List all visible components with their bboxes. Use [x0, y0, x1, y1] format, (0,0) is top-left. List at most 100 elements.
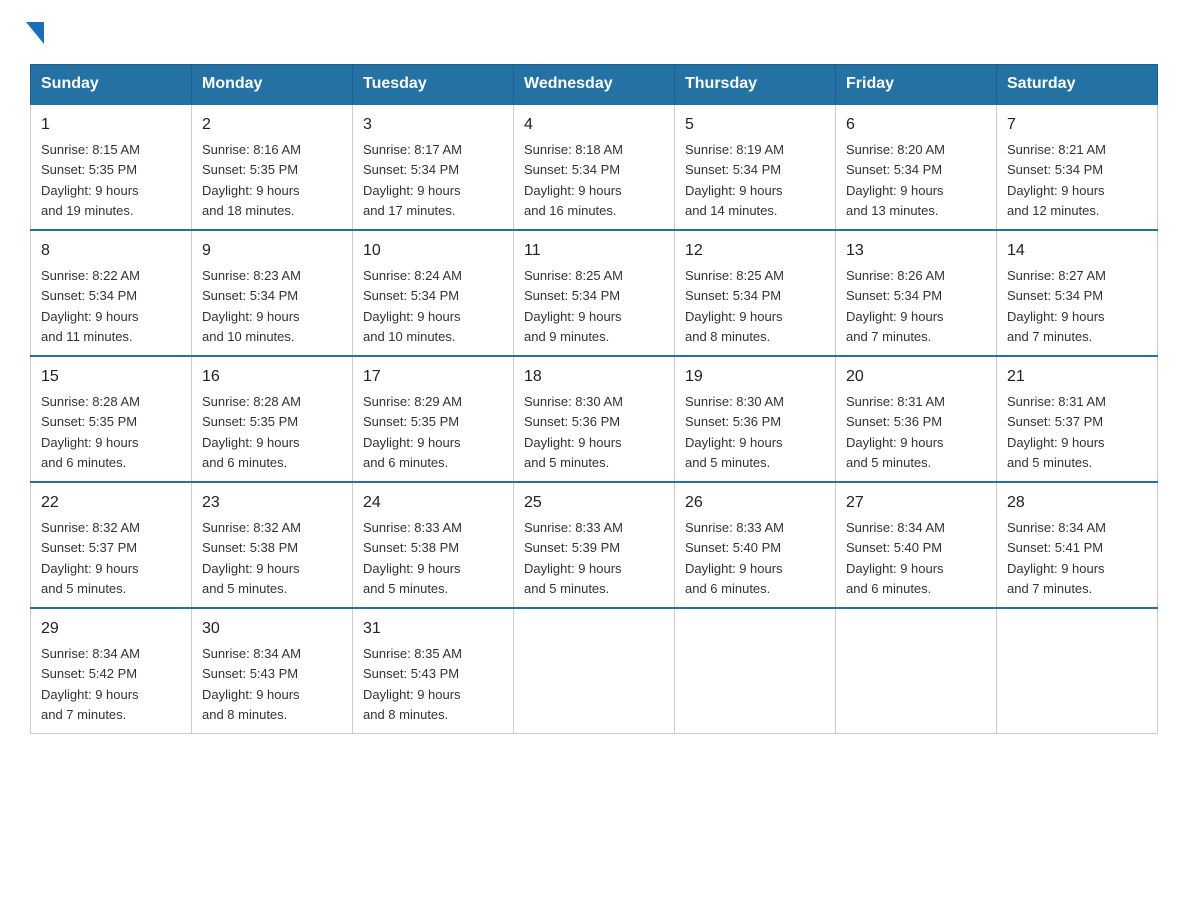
calendar-cell: 15 Sunrise: 8:28 AMSunset: 5:35 PMDaylig… — [31, 356, 192, 482]
calendar-week-row: 29 Sunrise: 8:34 AMSunset: 5:42 PMDaylig… — [31, 608, 1158, 734]
calendar-cell: 30 Sunrise: 8:34 AMSunset: 5:43 PMDaylig… — [192, 608, 353, 734]
calendar-cell: 4 Sunrise: 8:18 AMSunset: 5:34 PMDayligh… — [514, 104, 675, 230]
cell-info: Sunrise: 8:19 AMSunset: 5:34 PMDaylight:… — [685, 142, 784, 218]
calendar-week-row: 15 Sunrise: 8:28 AMSunset: 5:35 PMDaylig… — [31, 356, 1158, 482]
day-number: 11 — [524, 239, 664, 263]
cell-info: Sunrise: 8:30 AMSunset: 5:36 PMDaylight:… — [685, 394, 784, 470]
cell-info: Sunrise: 8:27 AMSunset: 5:34 PMDaylight:… — [1007, 268, 1106, 344]
calendar-cell — [997, 608, 1158, 734]
cell-info: Sunrise: 8:29 AMSunset: 5:35 PMDaylight:… — [363, 394, 462, 470]
logo — [30, 20, 44, 44]
day-number: 28 — [1007, 491, 1147, 515]
calendar-cell — [675, 608, 836, 734]
cell-info: Sunrise: 8:33 AMSunset: 5:40 PMDaylight:… — [685, 520, 784, 596]
cell-info: Sunrise: 8:31 AMSunset: 5:36 PMDaylight:… — [846, 394, 945, 470]
cell-info: Sunrise: 8:26 AMSunset: 5:34 PMDaylight:… — [846, 268, 945, 344]
calendar-cell: 23 Sunrise: 8:32 AMSunset: 5:38 PMDaylig… — [192, 482, 353, 608]
cell-info: Sunrise: 8:32 AMSunset: 5:38 PMDaylight:… — [202, 520, 301, 596]
cell-info: Sunrise: 8:28 AMSunset: 5:35 PMDaylight:… — [41, 394, 140, 470]
day-header-sunday: Sunday — [31, 65, 192, 105]
calendar-cell: 7 Sunrise: 8:21 AMSunset: 5:34 PMDayligh… — [997, 104, 1158, 230]
calendar-cell: 20 Sunrise: 8:31 AMSunset: 5:36 PMDaylig… — [836, 356, 997, 482]
day-header-tuesday: Tuesday — [353, 65, 514, 105]
calendar-week-row: 22 Sunrise: 8:32 AMSunset: 5:37 PMDaylig… — [31, 482, 1158, 608]
calendar-cell: 5 Sunrise: 8:19 AMSunset: 5:34 PMDayligh… — [675, 104, 836, 230]
day-number: 14 — [1007, 239, 1147, 263]
day-header-wednesday: Wednesday — [514, 65, 675, 105]
calendar-cell: 25 Sunrise: 8:33 AMSunset: 5:39 PMDaylig… — [514, 482, 675, 608]
calendar-cell: 8 Sunrise: 8:22 AMSunset: 5:34 PMDayligh… — [31, 230, 192, 356]
calendar-cell: 27 Sunrise: 8:34 AMSunset: 5:40 PMDaylig… — [836, 482, 997, 608]
day-number: 30 — [202, 617, 342, 641]
day-number: 16 — [202, 365, 342, 389]
day-number: 25 — [524, 491, 664, 515]
day-number: 23 — [202, 491, 342, 515]
cell-info: Sunrise: 8:22 AMSunset: 5:34 PMDaylight:… — [41, 268, 140, 344]
calendar-cell: 28 Sunrise: 8:34 AMSunset: 5:41 PMDaylig… — [997, 482, 1158, 608]
calendar-cell: 10 Sunrise: 8:24 AMSunset: 5:34 PMDaylig… — [353, 230, 514, 356]
cell-info: Sunrise: 8:25 AMSunset: 5:34 PMDaylight:… — [524, 268, 623, 344]
calendar-cell: 16 Sunrise: 8:28 AMSunset: 5:35 PMDaylig… — [192, 356, 353, 482]
calendar-cell: 9 Sunrise: 8:23 AMSunset: 5:34 PMDayligh… — [192, 230, 353, 356]
calendar-header-row: SundayMondayTuesdayWednesdayThursdayFrid… — [31, 65, 1158, 105]
logo-triangle-icon — [26, 22, 44, 44]
day-number: 10 — [363, 239, 503, 263]
day-number: 5 — [685, 113, 825, 137]
calendar-cell: 2 Sunrise: 8:16 AMSunset: 5:35 PMDayligh… — [192, 104, 353, 230]
calendar-week-row: 8 Sunrise: 8:22 AMSunset: 5:34 PMDayligh… — [31, 230, 1158, 356]
cell-info: Sunrise: 8:20 AMSunset: 5:34 PMDaylight:… — [846, 142, 945, 218]
cell-info: Sunrise: 8:21 AMSunset: 5:34 PMDaylight:… — [1007, 142, 1106, 218]
cell-info: Sunrise: 8:34 AMSunset: 5:42 PMDaylight:… — [41, 646, 140, 722]
day-number: 2 — [202, 113, 342, 137]
day-number: 20 — [846, 365, 986, 389]
calendar-cell: 22 Sunrise: 8:32 AMSunset: 5:37 PMDaylig… — [31, 482, 192, 608]
calendar-cell: 31 Sunrise: 8:35 AMSunset: 5:43 PMDaylig… — [353, 608, 514, 734]
calendar-cell: 1 Sunrise: 8:15 AMSunset: 5:35 PMDayligh… — [31, 104, 192, 230]
day-number: 31 — [363, 617, 503, 641]
day-number: 27 — [846, 491, 986, 515]
cell-info: Sunrise: 8:34 AMSunset: 5:41 PMDaylight:… — [1007, 520, 1106, 596]
calendar-cell — [514, 608, 675, 734]
day-number: 6 — [846, 113, 986, 137]
cell-info: Sunrise: 8:16 AMSunset: 5:35 PMDaylight:… — [202, 142, 301, 218]
cell-info: Sunrise: 8:34 AMSunset: 5:43 PMDaylight:… — [202, 646, 301, 722]
day-header-friday: Friday — [836, 65, 997, 105]
cell-info: Sunrise: 8:33 AMSunset: 5:39 PMDaylight:… — [524, 520, 623, 596]
cell-info: Sunrise: 8:17 AMSunset: 5:34 PMDaylight:… — [363, 142, 462, 218]
day-number: 24 — [363, 491, 503, 515]
day-number: 17 — [363, 365, 503, 389]
cell-info: Sunrise: 8:28 AMSunset: 5:35 PMDaylight:… — [202, 394, 301, 470]
day-number: 1 — [41, 113, 181, 137]
day-number: 7 — [1007, 113, 1147, 137]
calendar-cell: 21 Sunrise: 8:31 AMSunset: 5:37 PMDaylig… — [997, 356, 1158, 482]
calendar-cell: 12 Sunrise: 8:25 AMSunset: 5:34 PMDaylig… — [675, 230, 836, 356]
cell-info: Sunrise: 8:25 AMSunset: 5:34 PMDaylight:… — [685, 268, 784, 344]
day-number: 26 — [685, 491, 825, 515]
day-header-thursday: Thursday — [675, 65, 836, 105]
day-number: 18 — [524, 365, 664, 389]
day-header-saturday: Saturday — [997, 65, 1158, 105]
day-number: 12 — [685, 239, 825, 263]
calendar-cell: 6 Sunrise: 8:20 AMSunset: 5:34 PMDayligh… — [836, 104, 997, 230]
day-number: 13 — [846, 239, 986, 263]
cell-info: Sunrise: 8:15 AMSunset: 5:35 PMDaylight:… — [41, 142, 140, 218]
cell-info: Sunrise: 8:31 AMSunset: 5:37 PMDaylight:… — [1007, 394, 1106, 470]
cell-info: Sunrise: 8:35 AMSunset: 5:43 PMDaylight:… — [363, 646, 462, 722]
calendar-cell: 18 Sunrise: 8:30 AMSunset: 5:36 PMDaylig… — [514, 356, 675, 482]
cell-info: Sunrise: 8:33 AMSunset: 5:38 PMDaylight:… — [363, 520, 462, 596]
cell-info: Sunrise: 8:30 AMSunset: 5:36 PMDaylight:… — [524, 394, 623, 470]
calendar-cell: 19 Sunrise: 8:30 AMSunset: 5:36 PMDaylig… — [675, 356, 836, 482]
day-header-monday: Monday — [192, 65, 353, 105]
calendar-cell: 17 Sunrise: 8:29 AMSunset: 5:35 PMDaylig… — [353, 356, 514, 482]
calendar-cell: 24 Sunrise: 8:33 AMSunset: 5:38 PMDaylig… — [353, 482, 514, 608]
day-number: 15 — [41, 365, 181, 389]
day-number: 4 — [524, 113, 664, 137]
calendar-cell — [836, 608, 997, 734]
page-header — [30, 20, 1158, 44]
calendar-cell: 13 Sunrise: 8:26 AMSunset: 5:34 PMDaylig… — [836, 230, 997, 356]
day-number: 29 — [41, 617, 181, 641]
calendar-cell: 14 Sunrise: 8:27 AMSunset: 5:34 PMDaylig… — [997, 230, 1158, 356]
cell-info: Sunrise: 8:34 AMSunset: 5:40 PMDaylight:… — [846, 520, 945, 596]
day-number: 19 — [685, 365, 825, 389]
day-number: 22 — [41, 491, 181, 515]
